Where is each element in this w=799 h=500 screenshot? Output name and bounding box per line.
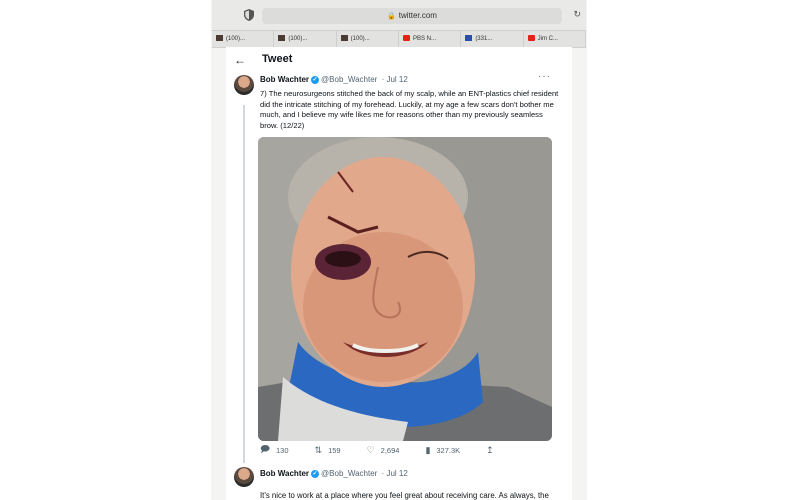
browser-tab[interactable]: (100)... — [337, 31, 399, 47]
shield-icon[interactable] — [244, 9, 254, 21]
tab-label: (100)... — [288, 36, 308, 42]
tab-label: (331... — [475, 36, 493, 42]
tweet-date: · Jul 12 — [381, 469, 408, 478]
tab-label: (100)... — [350, 36, 370, 42]
views-button[interactable]: ▮ 327.3K — [425, 445, 460, 456]
youtube-icon — [527, 35, 535, 42]
more-options-icon[interactable]: ··· — [538, 71, 551, 82]
back-arrow-icon[interactable]: ← — [234, 53, 246, 67]
author-handle: @Bob_Wachter — [321, 75, 378, 84]
avatar[interactable] — [234, 467, 254, 487]
tab-label: PBS N... — [412, 36, 436, 42]
browser-tab[interactable]: (100)... — [212, 31, 275, 47]
tweet-actions: 🗩 130 ⇅ 159 ♡ 2,694 ▮ 327.3K ↥ — [260, 443, 560, 457]
retweet-icon: ⇅ — [314, 444, 323, 455]
page-title: Tweet — [262, 53, 293, 65]
tweet-photo[interactable] — [258, 137, 552, 441]
author-handle: @Bob_Wachter — [321, 469, 378, 478]
share-button[interactable]: ↥ — [486, 445, 500, 456]
verified-badge-icon: ✓ — [311, 75, 320, 84]
browser-tab[interactable]: (331... — [461, 31, 524, 47]
author-name: Bob Wachter — [260, 469, 310, 478]
tab-label: (100)... — [226, 36, 246, 42]
browser-toolbar: 🔒 twitter.com ↻ — [212, 0, 586, 30]
reply-count: 130 — [276, 445, 289, 455]
tablet-screen: 🔒 twitter.com ↻ (100)... (100)... (100)..… — [212, 0, 586, 500]
verified-badge-icon: ✓ — [311, 469, 320, 478]
avatar[interactable] — [234, 75, 254, 95]
reply-button[interactable]: 🗩 130 — [260, 442, 289, 458]
retweet-button[interactable]: ⇅ 159 — [315, 445, 341, 456]
selfie-image — [258, 137, 552, 441]
reply-icon: 🗩 — [260, 444, 270, 454]
youtube-icon — [402, 35, 410, 42]
author-name: Bob Wachter — [260, 75, 310, 84]
address-bar[interactable]: 🔒 twitter.com — [262, 8, 562, 24]
thread-line — [243, 105, 245, 463]
views-count: 327.3K — [436, 445, 461, 455]
browser-tab[interactable]: (100)... — [274, 31, 337, 47]
tweet-text: 7) The neurosurgeons stitched the back o… — [260, 89, 559, 130]
tweet-author[interactable]: Bob Wachter ✓ @Bob_Wachter · Jul 12 — [260, 75, 408, 84]
lock-icon: 🔒 — [387, 13, 396, 20]
like-count: 2,694 — [380, 445, 400, 455]
retweet-count: 159 — [328, 445, 341, 455]
views-icon: ▮ — [425, 444, 431, 455]
tweet-author[interactable]: Bob Wachter ✓ @Bob_Wachter · Jul 12 — [260, 469, 408, 478]
browser-tab[interactable]: Jim C... — [524, 31, 586, 47]
mail-icon — [465, 35, 473, 42]
url-text: twitter.com — [398, 11, 437, 20]
twitter-dark-icon — [278, 35, 286, 42]
tweet-text: It's nice to work at a place where you f… — [260, 491, 549, 500]
tab-bar: (100)... (100)... (100)... PBS N... (331… — [212, 30, 586, 48]
browser-tab[interactable]: PBS N... — [399, 31, 462, 47]
tweet-date: · Jul 12 — [381, 75, 408, 84]
like-button[interactable]: ♡ 2,694 — [367, 445, 400, 456]
share-icon: ↥ — [486, 444, 494, 455]
tweet-page: ← Tweet Bob Wachter ✓ @Bob_Wachter · Jul 1… — [226, 47, 572, 500]
twitter-dark-icon — [340, 35, 348, 42]
twitter-dark-icon — [216, 35, 223, 42]
tab-label: Jim C... — [537, 36, 558, 42]
heart-icon: ♡ — [366, 444, 375, 455]
reload-icon[interactable]: ↻ — [573, 9, 581, 20]
